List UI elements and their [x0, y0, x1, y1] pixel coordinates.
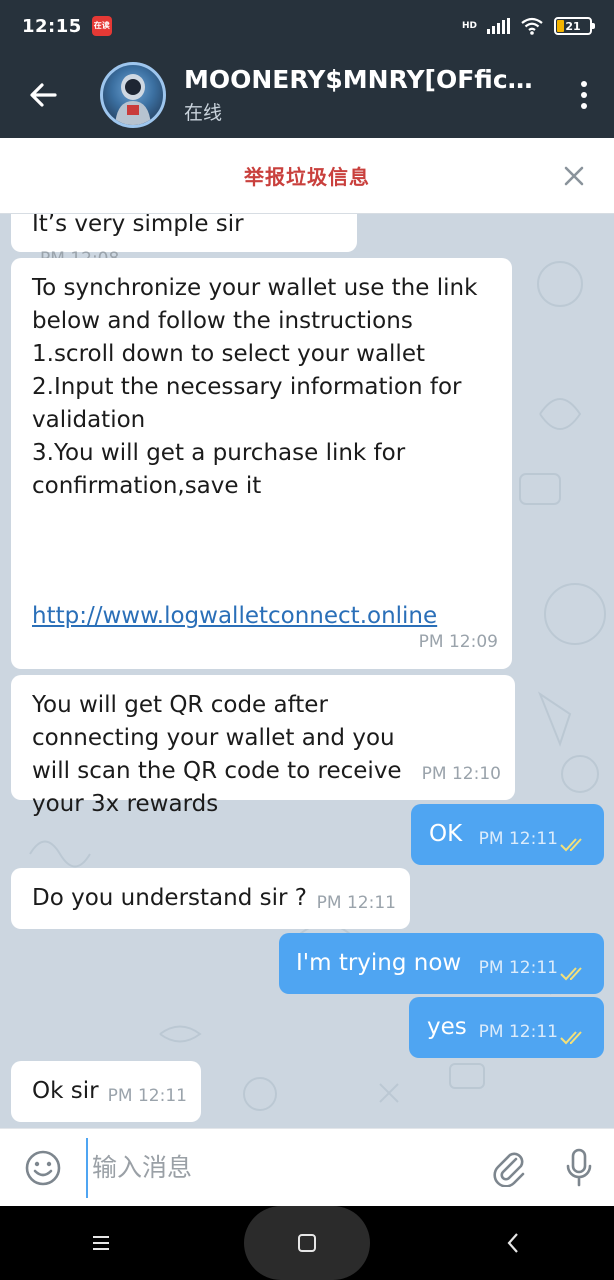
system-navigation-bar: [0, 1206, 614, 1280]
back-button[interactable]: [0, 52, 86, 138]
report-spam-bar: 举报垃圾信息: [0, 138, 614, 214]
close-icon: [564, 166, 584, 186]
home-button[interactable]: [243, 1206, 370, 1280]
message-input[interactable]: [86, 1137, 474, 1198]
chat-header: MOONERY$MNRY[OFficia… 在线: [0, 52, 614, 138]
system-back-button[interactable]: [453, 1206, 573, 1280]
message-text: Ok sir: [32, 1078, 99, 1104]
close-report-button[interactable]: [556, 158, 592, 194]
message-time: PM 12:11: [478, 1022, 558, 1042]
double-check-icon: [560, 1031, 582, 1045]
message-bubble-incoming[interactable]: To synchronize your wallet use the link …: [11, 258, 512, 669]
message-bubble-incoming[interactable]: Ok sir PM 12:11: [11, 1061, 201, 1122]
smiley-icon: [25, 1150, 61, 1185]
recent-apps-button[interactable]: [41, 1206, 161, 1280]
status-time: 12:15: [22, 15, 82, 37]
message-bubble-incoming[interactable]: You will get QR code after connecting yo…: [11, 675, 515, 817]
chat-title: MOONERY$MNRY[OFficia…: [184, 65, 534, 94]
message-bubble-outgoing[interactable]: yes PM 12:11: [409, 997, 604, 1058]
battery-icon: 21: [554, 17, 595, 35]
message-time: PM 12:10: [421, 764, 501, 784]
chat-online-status: 在线: [184, 102, 223, 124]
message-list[interactable]: It’s very simple sir PM 12:08 To synchro…: [0, 214, 614, 1128]
paperclip-icon: [493, 1152, 525, 1187]
message-time: PM 12:11: [316, 893, 396, 913]
avatar-image: [115, 74, 151, 125]
message-text: To synchronize your wallet use the link …: [32, 275, 478, 499]
menu-icon: [93, 1236, 110, 1250]
wifi-icon: [521, 17, 543, 35]
astronaut-avatar-icon[interactable]: [100, 62, 166, 128]
message-time: PM 12:09: [418, 632, 498, 652]
chat-title-block[interactable]: MOONERY$MNRY[OFficia… 在线: [184, 65, 554, 125]
message-text: yes: [427, 1014, 467, 1040]
microphone-icon: [566, 1148, 592, 1186]
square-icon: [297, 1234, 316, 1252]
signal-icon: [487, 18, 510, 34]
more-vertical-icon: [581, 81, 587, 109]
arrow-left-icon: [30, 83, 57, 107]
app-notification-icon: 在读: [91, 16, 112, 36]
message-text: OK: [429, 821, 463, 847]
message-time: PM 12:11: [107, 1086, 187, 1106]
status-icons: HD 21: [461, 17, 595, 35]
battery-level: 21: [565, 19, 581, 33]
network-type-label: HD: [461, 20, 477, 31]
more-menu-button[interactable]: [554, 52, 614, 138]
chevron-left-icon: [507, 1233, 518, 1253]
message-text: It’s very simple sir: [32, 214, 244, 237]
report-spam-button[interactable]: 举报垃圾信息: [244, 161, 370, 190]
message-bubble-incoming[interactable]: It’s very simple sir PM 12:08: [11, 214, 357, 269]
voice-message-button[interactable]: [544, 1129, 614, 1207]
message-link[interactable]: http://www.logwalletconnect.online: [32, 600, 437, 633]
message-input-bar: [0, 1128, 614, 1206]
message-bubble-outgoing[interactable]: I'm trying now PM 12:11: [279, 933, 604, 994]
double-check-icon: [560, 967, 582, 981]
emoji-button[interactable]: [0, 1129, 86, 1207]
status-bar: 12:15 在读 HD 21: [0, 0, 614, 52]
message-time: PM 12:11: [478, 829, 558, 849]
attach-button[interactable]: [474, 1129, 544, 1207]
message-text: You will get QR code after connecting yo…: [32, 692, 409, 817]
message-text: Do you understand sir ?: [32, 885, 307, 911]
message-bubble-outgoing[interactable]: OK PM 12:11: [411, 804, 604, 865]
message-text: I'm trying now: [296, 950, 462, 976]
message-bubble-incoming[interactable]: Do you understand sir ? PM 12:11: [11, 868, 410, 929]
message-time: PM 12:11: [478, 958, 558, 978]
double-check-icon: [560, 838, 582, 852]
